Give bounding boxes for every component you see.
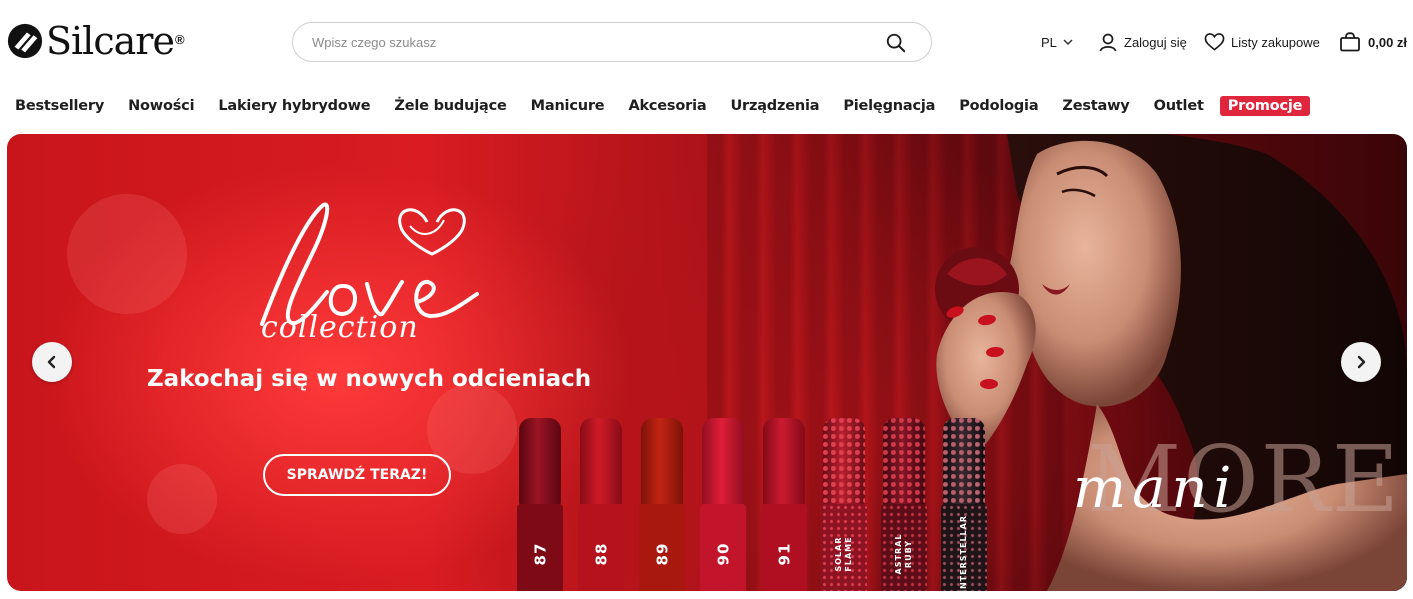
polish-bottle-90[interactable]: 90	[700, 418, 746, 591]
nav-item-bestsellery[interactable]: Bestsellery	[15, 98, 104, 114]
nav-item-urzadzenia[interactable]: Urządzenia	[730, 98, 819, 114]
polish-bottle-interstellar[interactable]: INTERSTELLAR	[941, 418, 987, 591]
polish-bottle-91[interactable]: 91	[761, 418, 807, 591]
nav-item-lakiery-hybrydowe[interactable]: Lakiery hybrydowe	[218, 98, 370, 114]
bottle-label: ASTRAL RUBY	[894, 533, 913, 575]
polish-bottle-solar-flame[interactable]: SOLAR FLAME	[821, 418, 867, 591]
chevron-down-icon	[1063, 39, 1073, 46]
polish-bottle-87[interactable]: 87	[517, 418, 563, 591]
nav-item-nowosci[interactable]: Nowości	[128, 98, 194, 114]
hero-banner[interactable]: collection Zakochaj się w nowych odcieni…	[7, 134, 1407, 591]
nav-item-akcesoria[interactable]: Akcesoria	[628, 98, 706, 114]
collection-script-text: collection	[261, 310, 419, 345]
site-header: Silcare® PL Zaloguj się Listy zakupowe	[0, 0, 1413, 84]
nav-item-pielegnacja[interactable]: Pielęgnacja	[843, 98, 935, 114]
heart-icon	[1204, 33, 1225, 51]
bottle-label: 87	[531, 542, 549, 566]
chevron-left-icon	[47, 355, 56, 369]
nav-item-podologia[interactable]: Podologia	[959, 98, 1038, 114]
registered-mark: ®	[174, 31, 185, 47]
search-bar	[292, 22, 932, 62]
user-icon	[1099, 33, 1117, 52]
cart-button[interactable]: 0,00 zł	[1339, 29, 1407, 55]
search-input[interactable]	[312, 23, 872, 61]
polish-bottle-astral-ruby[interactable]: ASTRAL RUBY	[881, 418, 927, 591]
chevron-right-icon	[1357, 355, 1366, 369]
logo[interactable]: Silcare ®	[6, 18, 185, 64]
bottle-label: 89	[653, 542, 671, 566]
carousel-next-button[interactable]	[1341, 342, 1381, 382]
login-label: Zaloguj się	[1124, 34, 1187, 50]
shopping-lists-label: Listy zakupowe	[1231, 34, 1320, 50]
bokeh-light	[147, 464, 217, 534]
carousel-prev-button[interactable]	[32, 342, 72, 382]
bottle-label: 90	[714, 542, 732, 566]
language-selector[interactable]: PL	[1041, 29, 1074, 55]
nav-item-zele-budujace[interactable]: Żele budujące	[394, 98, 506, 114]
login-link[interactable]: Zaloguj się	[1098, 29, 1187, 55]
cart-icon	[1340, 32, 1360, 52]
bokeh-light	[67, 194, 187, 314]
polish-bottle-88[interactable]: 88	[578, 418, 624, 591]
nav-item-manicure[interactable]: Manicure	[531, 98, 605, 114]
bottle-label: 91	[775, 542, 793, 566]
nav-item-outlet[interactable]: Outlet	[1154, 98, 1204, 114]
check-now-button[interactable]: SPRAWDŹ TERAZ!	[263, 454, 451, 496]
nav-item-promocje[interactable]: Promocje	[1219, 96, 1311, 116]
mani-script-text: mani	[1073, 456, 1238, 521]
bottle-label: INTERSTELLAR	[959, 515, 969, 591]
language-label: PL	[1041, 34, 1057, 50]
silcare-logo-icon	[7, 23, 43, 59]
bottle-label: SOLAR FLAME	[834, 536, 853, 572]
logo-text: Silcare	[46, 19, 175, 63]
main-navigation: Bestsellery Nowości Lakiery hybrydowe Że…	[0, 92, 1413, 120]
search-icon[interactable]	[885, 32, 907, 54]
nav-item-zestawy[interactable]: Zestawy	[1062, 98, 1129, 114]
bottle-label: 88	[592, 542, 610, 566]
cart-total: 0,00 zł	[1368, 34, 1408, 50]
polish-bottle-89[interactable]: 89	[639, 418, 685, 591]
shopping-lists-link[interactable]: Listy zakupowe	[1204, 29, 1320, 55]
banner-headline: Zakochaj się w nowych odcieniach	[147, 366, 592, 392]
